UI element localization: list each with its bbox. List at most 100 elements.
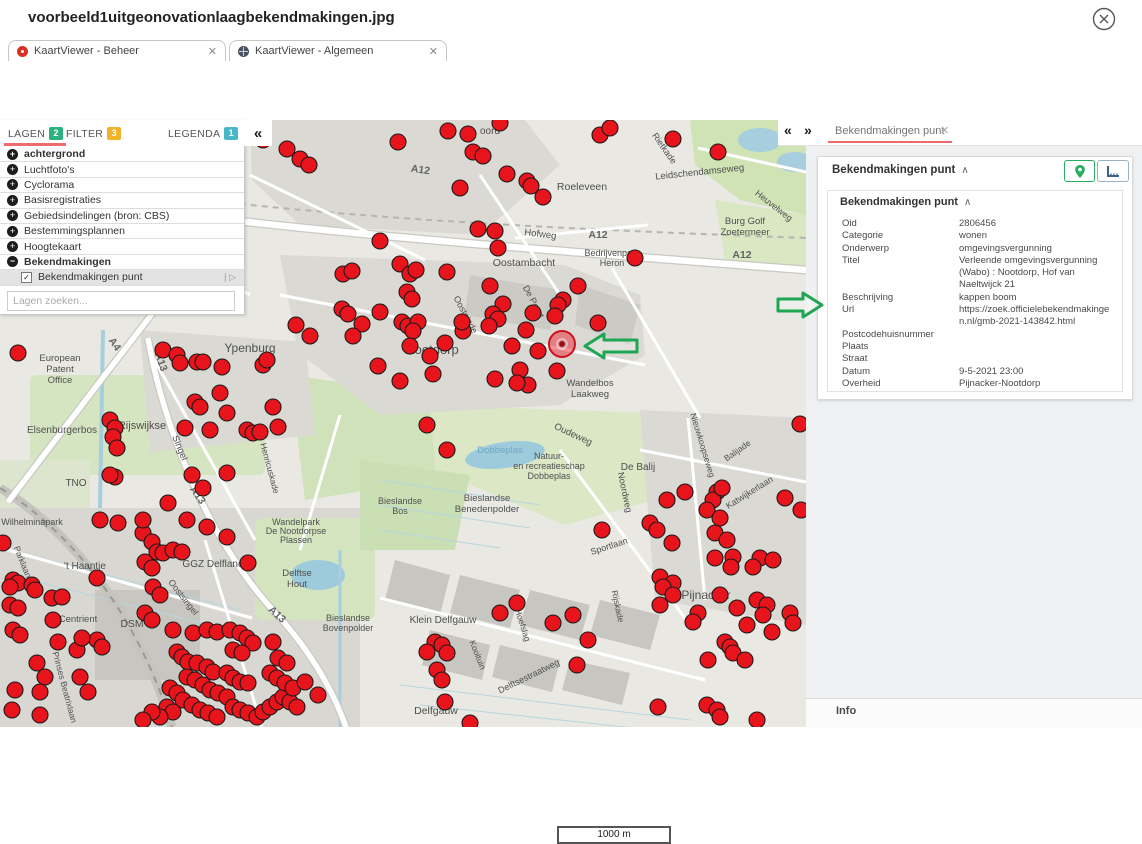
bekendmaking-dot[interactable] [594, 522, 610, 538]
bekendmaking-dot[interactable] [212, 385, 228, 401]
bekendmaking-dot[interactable] [764, 624, 780, 640]
bekendmaking-dot[interactable] [50, 634, 66, 650]
bekendmaking-dot[interactable] [29, 655, 45, 671]
bekendmaking-dot[interactable] [195, 354, 211, 370]
bekendmaking-dot[interactable] [270, 419, 286, 435]
bekendmaking-dot[interactable] [665, 587, 681, 603]
panel-tab-bekendmakingen[interactable]: Bekendmakingen punt [835, 125, 944, 137]
bekendmaking-dot[interactable] [504, 338, 520, 354]
bekendmaking-dot[interactable] [649, 522, 665, 538]
bekendmaking-dot[interactable] [289, 699, 305, 715]
layer-item[interactable]: +Luchtfoto's [0, 162, 244, 177]
bekendmaking-dot[interactable] [602, 120, 618, 136]
panel-collapse-icon[interactable]: « [784, 122, 792, 138]
bekendmaking-dot[interactable] [297, 674, 313, 690]
bekendmaking-dot[interactable] [89, 570, 105, 586]
panel-tab-close-icon[interactable]: ✕ [940, 124, 949, 137]
bekendmaking-dot[interactable] [685, 614, 701, 630]
bekendmaking-dot[interactable] [310, 687, 326, 703]
bekendmaking-dot[interactable] [547, 308, 563, 324]
bekendmaking-dot[interactable] [32, 707, 48, 723]
bekendmaking-dot[interactable] [144, 612, 160, 628]
expand-icon[interactable]: + [7, 195, 18, 206]
bekendmaking-dot[interactable] [707, 550, 723, 566]
bekendmaking-dot[interactable] [570, 278, 586, 294]
bekendmaking-dot[interactable] [92, 512, 108, 528]
bekendmaking-dot[interactable] [4, 702, 20, 718]
bekendmaking-dot[interactable] [481, 318, 497, 334]
bekendmaking-dot[interactable] [259, 352, 275, 368]
bekendmaking-dot[interactable] [214, 359, 230, 375]
bekendmaking-dot[interactable] [340, 306, 356, 322]
bekendmaking-dot[interactable] [509, 595, 525, 611]
bekendmaking-dot[interactable] [72, 669, 88, 685]
layer-item[interactable]: +Gebiedsindelingen (bron: CBS) [0, 209, 244, 224]
layer-search-input[interactable] [7, 291, 235, 311]
bekendmaking-dot[interactable] [590, 315, 606, 331]
bekendmaking-dot[interactable] [252, 424, 268, 440]
bekendmaking-dot[interactable] [793, 502, 806, 518]
bekendmaking-dot[interactable] [765, 552, 781, 568]
bekendmaking-dot[interactable] [184, 467, 200, 483]
checkbox-icon[interactable]: ✓ [21, 272, 32, 283]
expand-icon[interactable]: + [7, 210, 18, 221]
bekendmaking-dot[interactable] [405, 323, 421, 339]
layer-item[interactable]: +Bestemmingsplannen [0, 224, 244, 239]
bekendmaking-dot[interactable] [454, 314, 470, 330]
bekendmaking-dot[interactable] [569, 657, 585, 673]
bekendmaking-dot[interactable] [219, 465, 235, 481]
bekendmaking-dot[interactable] [402, 338, 418, 354]
bekendmaking-dot[interactable] [301, 157, 317, 173]
bekendmaking-dot[interactable] [462, 715, 478, 727]
bekendmaking-dot[interactable] [160, 495, 176, 511]
layer-item[interactable]: −Bekendmakingen [0, 255, 244, 270]
bekendmaking-dot[interactable] [452, 180, 468, 196]
bekendmaking-dot[interactable] [419, 644, 435, 660]
layer-sub-item[interactable]: ✓Bekendmakingen punt❘▷ [0, 270, 244, 285]
bekendmaking-dot[interactable] [110, 515, 126, 531]
bekendmaking-dot[interactable] [288, 317, 304, 333]
bekendmaking-dot[interactable] [219, 529, 235, 545]
expand-icon[interactable]: + [7, 226, 18, 237]
bekendmaking-dot[interactable] [652, 597, 668, 613]
bekendmaking-dot[interactable] [627, 250, 643, 266]
bekendmaking-dot[interactable] [144, 560, 160, 576]
bekendmaking-dot[interactable] [27, 582, 43, 598]
info-section[interactable] [806, 698, 1142, 728]
selected-point-highlight[interactable] [549, 331, 575, 357]
bekendmaking-dot[interactable] [565, 607, 581, 623]
bekendmaking-dot[interactable] [723, 559, 739, 575]
bekendmaking-dot[interactable] [719, 532, 735, 548]
bekendmaking-dot[interactable] [345, 328, 361, 344]
bekendmaking-dot[interactable] [729, 600, 745, 616]
bekendmaking-dot[interactable] [492, 605, 508, 621]
bekendmaking-dot[interactable] [12, 627, 28, 643]
bekendmaking-dot[interactable] [712, 709, 728, 725]
bekendmaking-dot[interactable] [749, 712, 765, 727]
expand-icon[interactable]: + [7, 149, 18, 160]
bekendmaking-dot[interactable] [390, 134, 406, 150]
expand-icon[interactable]: + [7, 164, 18, 175]
bekendmaking-dot[interactable] [475, 148, 491, 164]
bekendmaking-dot[interactable] [437, 694, 453, 710]
bekendmaking-dot[interactable] [487, 371, 503, 387]
zoom-to-feature-button[interactable] [1064, 160, 1095, 182]
bekendmaking-dot[interactable] [135, 512, 151, 528]
bekendmaking-dot[interactable] [440, 123, 456, 139]
bekendmaking-dot[interactable] [135, 712, 151, 727]
bekendmaking-dot[interactable] [460, 126, 476, 142]
layer-item[interactable]: +achtergrond [0, 147, 244, 162]
bekendmaking-dot[interactable] [185, 625, 201, 641]
bekendmaking-dot[interactable] [419, 417, 435, 433]
bekendmaking-dot[interactable] [370, 358, 386, 374]
tab-close-icon[interactable]: ✕ [208, 45, 217, 58]
bekendmaking-dot[interactable] [712, 587, 728, 603]
bekendmaking-dot[interactable] [344, 263, 360, 279]
tab-legenda[interactable]: LEGENDA1 [168, 127, 238, 140]
bekendmaking-dot[interactable] [265, 399, 281, 415]
bekendmaking-dot[interactable] [777, 490, 793, 506]
bekendmaking-dot[interactable] [785, 615, 801, 631]
tab-lagen[interactable]: LAGEN2 [8, 127, 63, 140]
bekendmaking-dot[interactable] [209, 709, 225, 725]
bekendmaking-dot[interactable] [74, 630, 90, 646]
